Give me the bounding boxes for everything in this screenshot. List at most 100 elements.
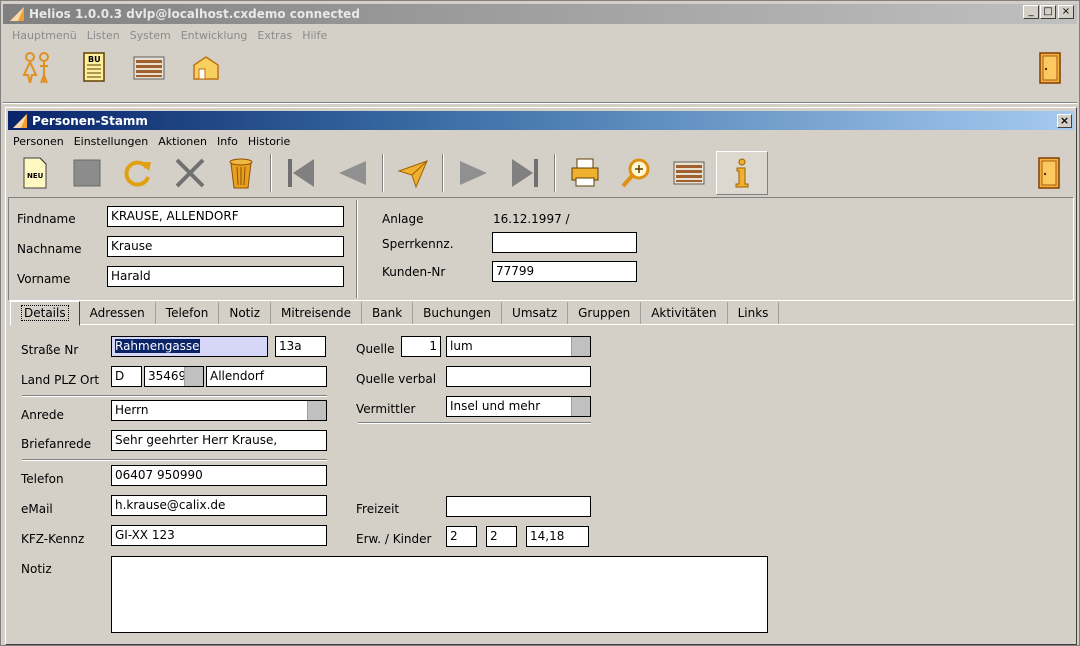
form-logo-icon xyxy=(13,113,27,128)
ort-field[interactable]: Allendorf xyxy=(206,366,327,387)
calculator-icon[interactable] xyxy=(132,51,166,85)
tab-details-label: Details xyxy=(21,305,69,321)
tab-mitreisende[interactable]: Mitreisende xyxy=(271,302,363,325)
new-record-button[interactable]: NEU xyxy=(10,151,60,195)
anrede-value: Herrn xyxy=(115,403,149,417)
main-title: Helios 1.0.0.3 dvlp@localhost.cxdemo con… xyxy=(29,7,360,21)
tab-umsatz[interactable]: Umsatz xyxy=(502,302,569,325)
erw-kinder-label: Erw. / Kinder xyxy=(356,532,432,546)
menu-system[interactable]: System xyxy=(125,29,176,42)
tab-links[interactable]: Links xyxy=(728,302,780,325)
strasse-field[interactable]: Rahmengasse xyxy=(111,336,268,357)
menu-personen[interactable]: Personen xyxy=(8,135,69,148)
menu-extras[interactable]: Extras xyxy=(252,29,297,42)
exit-door-icon[interactable] xyxy=(1033,51,1067,85)
erwachsene-field[interactable]: 2 xyxy=(446,526,477,547)
save-button[interactable] xyxy=(62,151,112,195)
kunden-nr-field[interactable]: 77799 xyxy=(492,261,637,282)
quelle-dropdown-button[interactable] xyxy=(571,337,590,356)
first-record-button[interactable] xyxy=(276,151,326,195)
first-icon xyxy=(288,159,314,187)
refresh-button[interactable] xyxy=(113,151,163,195)
sperrkennz-field[interactable] xyxy=(492,232,637,253)
freizeit-field[interactable] xyxy=(446,496,591,517)
anlage-label: Anlage xyxy=(382,212,424,226)
vermittler-dropdown-button[interactable] xyxy=(571,397,590,416)
form-exit-button[interactable] xyxy=(1024,151,1074,195)
print-button[interactable] xyxy=(560,151,610,195)
tab-details[interactable]: Details xyxy=(10,301,80,326)
menu-entwicklung[interactable]: Entwicklung xyxy=(176,29,253,42)
calculator-button[interactable] xyxy=(664,151,714,195)
menu-hilfe[interactable]: Hilfe xyxy=(297,29,332,42)
tab-notiz[interactable]: Notiz xyxy=(219,302,271,325)
close-button[interactable]: × xyxy=(1058,5,1074,19)
form-menu: Personen Einstellungen Aktionen Info His… xyxy=(8,135,295,148)
briefanrede-field[interactable]: Sehr geehrter Herr Krause, xyxy=(111,430,327,451)
land-plz-ort-label: Land PLZ Ort xyxy=(21,373,100,387)
exit-door-icon xyxy=(1038,157,1060,189)
menu-historie[interactable]: Historie xyxy=(243,135,295,148)
quelle-value: lum xyxy=(450,339,473,353)
plz-field[interactable]: 35469 xyxy=(144,366,204,387)
last-record-button[interactable] xyxy=(500,151,550,195)
kfz-label: KFZ-Kennz xyxy=(21,532,85,546)
quelle-verbal-field[interactable] xyxy=(446,366,591,387)
nachname-label: Nachname xyxy=(17,242,82,256)
email-field[interactable]: h.krause@calix.de xyxy=(111,495,327,516)
main-title-bar[interactable]: Helios 1.0.0.3 dvlp@localhost.cxdemo con… xyxy=(3,4,1077,24)
quelle-select[interactable]: lum xyxy=(446,336,591,357)
goto-button[interactable] xyxy=(388,151,438,195)
maximize-button[interactable]: □ xyxy=(1040,5,1056,19)
tab-telefon[interactable]: Telefon xyxy=(156,302,220,325)
minimize-button[interactable]: _ xyxy=(1023,5,1039,19)
menu-listen[interactable]: Listen xyxy=(82,29,125,42)
nachname-field[interactable]: Krause xyxy=(107,236,344,257)
quelle-code-field[interactable]: 1 xyxy=(401,336,441,357)
tab-gruppen[interactable]: Gruppen xyxy=(568,302,642,325)
info-icon xyxy=(735,158,749,188)
menu-einstellungen[interactable]: Einstellungen xyxy=(69,135,154,148)
next-record-button[interactable] xyxy=(448,151,498,195)
printer-icon xyxy=(571,158,599,187)
quelle-verbal-label: Quelle verbal xyxy=(356,372,437,386)
plz-lookup-button[interactable] xyxy=(184,367,203,386)
main-window: Helios 1.0.0.3 dvlp@localhost.cxdemo con… xyxy=(0,0,1080,646)
kinder-alter-field[interactable]: 14,18 xyxy=(526,526,589,547)
kinder-field[interactable]: 2 xyxy=(486,526,517,547)
anrede-select[interactable]: Herrn xyxy=(111,400,327,421)
info-button[interactable] xyxy=(716,151,768,195)
cancel-button[interactable] xyxy=(165,151,215,195)
notiz-textarea[interactable] xyxy=(111,556,768,633)
telefon-field[interactable]: 06407 950990 xyxy=(111,465,327,486)
bookings-icon[interactable]: BU xyxy=(78,51,112,85)
toolbar-separator xyxy=(442,154,444,192)
window-separator xyxy=(3,102,1077,104)
previous-record-button[interactable] xyxy=(328,151,378,195)
tab-aktivitaeten[interactable]: Aktivitäten xyxy=(641,302,728,325)
section-divider xyxy=(22,395,327,397)
persons-icon[interactable] xyxy=(20,51,54,85)
vermittler-select[interactable]: Insel und mehr xyxy=(446,396,591,417)
section-divider xyxy=(358,422,591,424)
strasse-value: Rahmengasse xyxy=(115,339,200,353)
anrede-dropdown-button[interactable] xyxy=(307,401,326,420)
menu-info[interactable]: Info xyxy=(212,135,243,148)
tab-buchungen[interactable]: Buchungen xyxy=(413,302,503,325)
new-document-icon: NEU xyxy=(23,157,47,189)
findname-field[interactable]: KRAUSE, ALLENDORF xyxy=(107,206,344,227)
kfz-field[interactable]: GI-XX 123 xyxy=(111,525,327,546)
anlage-value: 16.12.1997 / xyxy=(493,212,570,226)
form-close-button[interactable]: × xyxy=(1057,114,1072,128)
delete-button[interactable] xyxy=(216,151,266,195)
vorname-field[interactable]: Harald xyxy=(107,266,344,287)
form-title-bar[interactable]: Personen-Stamm xyxy=(8,111,1074,130)
hausnummer-field[interactable]: 13a xyxy=(275,336,326,357)
land-field[interactable]: D xyxy=(111,366,142,387)
tab-bank[interactable]: Bank xyxy=(362,302,414,325)
menu-aktionen[interactable]: Aktionen xyxy=(153,135,212,148)
search-button[interactable] xyxy=(612,151,662,195)
menu-hauptmenue[interactable]: Hauptmenü xyxy=(7,29,82,42)
house-icon[interactable] xyxy=(189,51,223,85)
tab-adressen[interactable]: Adressen xyxy=(80,302,156,325)
